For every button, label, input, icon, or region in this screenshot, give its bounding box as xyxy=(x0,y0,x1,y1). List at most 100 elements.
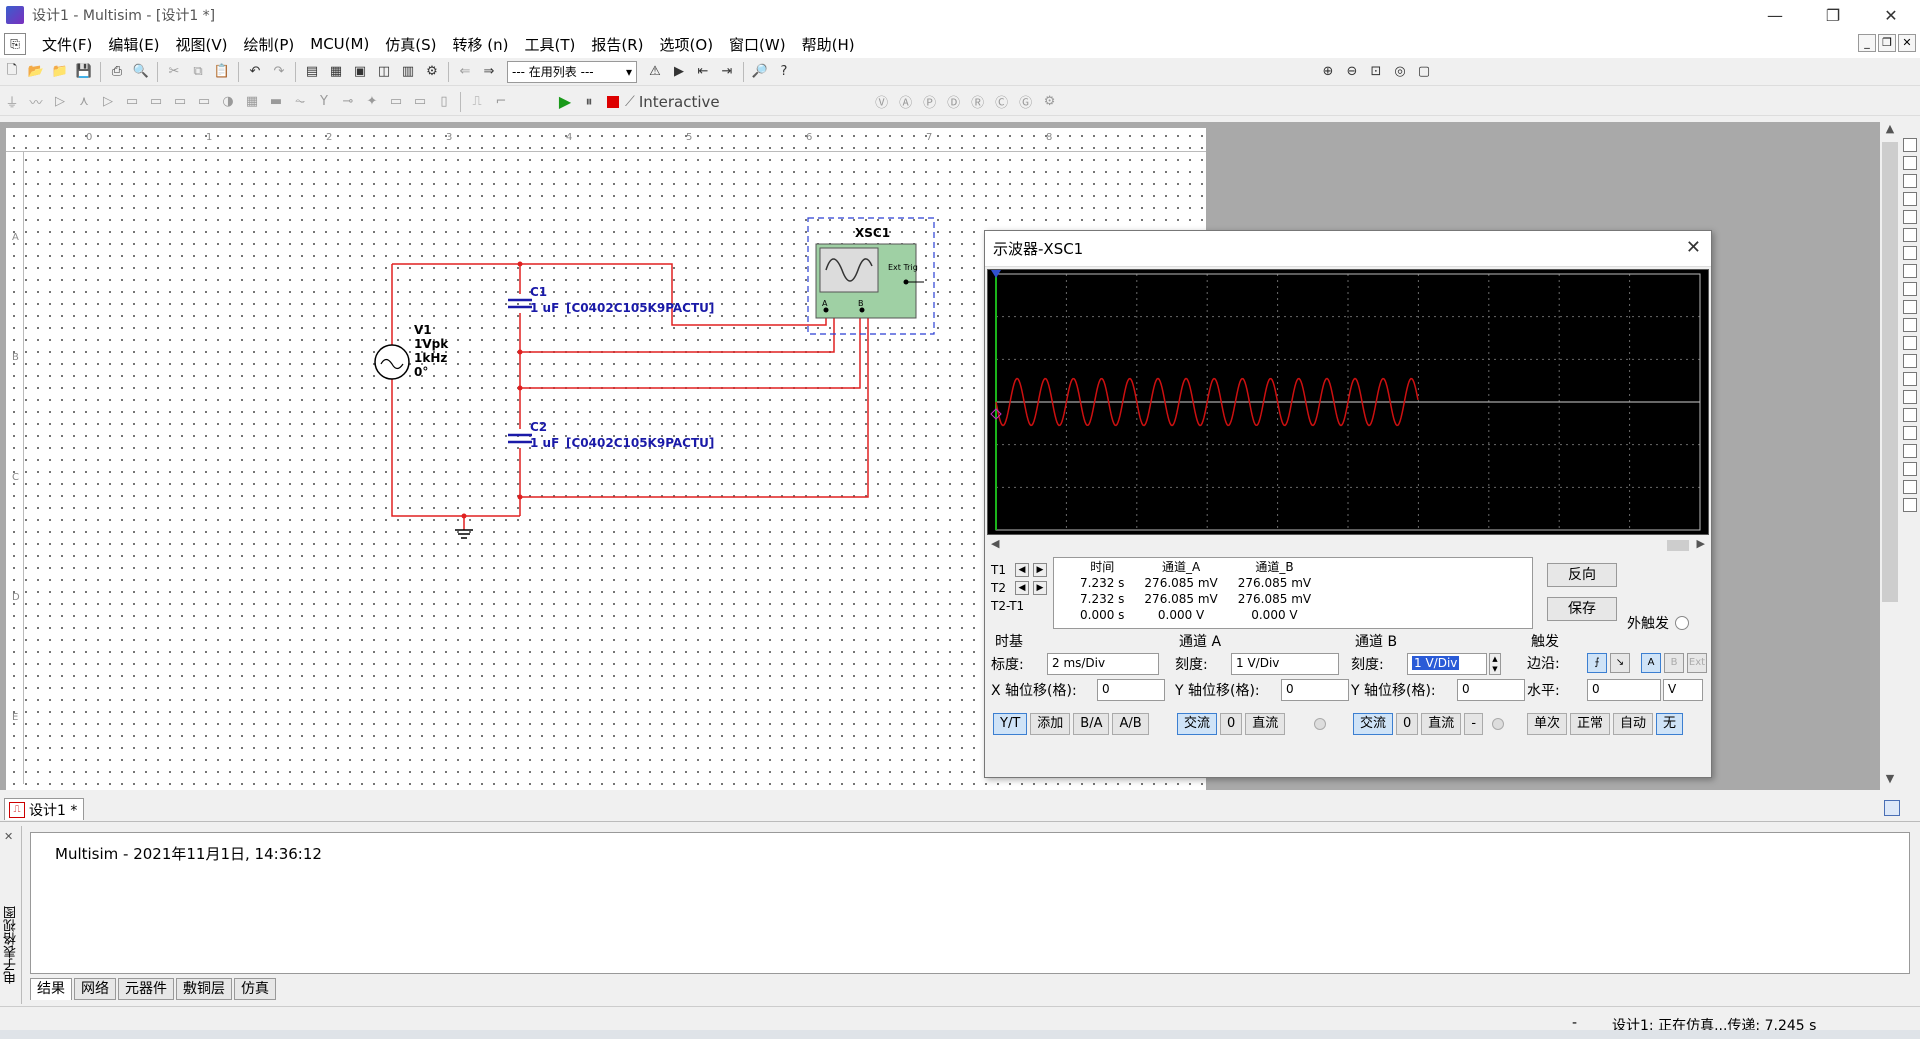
four-channel-scope-icon[interactable] xyxy=(1903,210,1917,224)
multimeter-icon[interactable] xyxy=(1903,138,1917,152)
tab-copper-layers[interactable]: 敷铜层 xyxy=(176,978,232,1000)
rising-edge-icon[interactable]: ⨍ xyxy=(1587,653,1607,673)
mode-ba-button[interactable]: B/A xyxy=(1073,713,1110,735)
menu-window[interactable]: 窗口(W) xyxy=(721,34,794,55)
place-connector-icon[interactable]: ▭ xyxy=(386,92,406,112)
restore-button[interactable]: ❐ xyxy=(1804,0,1862,30)
cut-icon[interactable]: ✂ xyxy=(164,62,184,82)
t1-right-arrow-icon[interactable]: ▶ xyxy=(1033,563,1047,577)
t2-right-arrow-icon[interactable]: ▶ xyxy=(1033,581,1047,595)
channel-a-ypos-field[interactable]: 0 xyxy=(1281,679,1349,701)
forward-annotate-icon[interactable]: ⇒ xyxy=(479,62,499,82)
distortion-analyzer-icon[interactable] xyxy=(1903,336,1917,350)
network-analyzer-icon[interactable] xyxy=(1903,372,1917,386)
agilent-generator-icon[interactable] xyxy=(1903,390,1917,404)
place-ttl-icon[interactable]: ▭ xyxy=(122,92,142,112)
back-annotate-icon[interactable]: ⇐ xyxy=(455,62,475,82)
help-icon[interactable]: ? xyxy=(774,62,794,82)
forward-annotate-ultiboard-icon[interactable]: ⇥ xyxy=(717,62,737,82)
trigger-level-unit[interactable]: V xyxy=(1663,679,1703,701)
scroll-down-icon[interactable]: ▼ xyxy=(1880,772,1900,790)
place-mcu-icon[interactable]: ▭ xyxy=(410,92,430,112)
menu-help[interactable]: 帮助(H) xyxy=(794,34,863,55)
labview-instrument-icon[interactable] xyxy=(1903,462,1917,476)
trigger-auto-button[interactable]: 自动 xyxy=(1613,713,1654,735)
channel-b-zero-button[interactable]: 0 xyxy=(1396,713,1419,735)
probe-settings-icon[interactable]: ⚙ xyxy=(1040,92,1060,112)
close-icon[interactable]: ✕ xyxy=(1686,237,1701,258)
postprocessor-icon[interactable]: ▥ xyxy=(398,62,418,82)
trigger-none-button[interactable]: 无 xyxy=(1656,713,1684,735)
external-trigger-radio[interactable] xyxy=(1675,616,1689,630)
results-log-panel[interactable]: Multisim - 2021年11月1日, 14:36:12 xyxy=(30,832,1910,974)
channel-b-ac-button[interactable]: 交流 xyxy=(1353,713,1394,735)
channel-b-dc-button[interactable]: 直流 xyxy=(1421,713,1462,735)
place-basic-icon[interactable]: 〰 xyxy=(26,92,46,112)
tektronix-scope-icon[interactable] xyxy=(1903,444,1917,458)
logic-analyzer-icon[interactable] xyxy=(1903,300,1917,314)
channel-b-scale-field[interactable]: 1 V/Div xyxy=(1407,653,1487,675)
open-sample-icon[interactable]: 📁 xyxy=(50,62,70,82)
place-diode-icon[interactable]: ▷ xyxy=(50,92,70,112)
iv-analyzer-icon[interactable] xyxy=(1903,318,1917,332)
place-electromechanical-icon[interactable]: ⊸ xyxy=(338,92,358,112)
channel-a-dc-button[interactable]: 直流 xyxy=(1245,713,1286,735)
display-horizontal-scrollbar[interactable]: ◀ ▶ xyxy=(987,537,1709,553)
menu-tools[interactable]: 工具(T) xyxy=(517,34,584,55)
channel-b-invert-button[interactable]: - xyxy=(1464,713,1484,735)
spin-down-icon[interactable]: ▼ xyxy=(1490,665,1500,673)
erc-icon[interactable]: ⚠ xyxy=(645,62,665,82)
pause-simulation-icon[interactable]: ⏸ xyxy=(579,92,599,112)
reverse-button[interactable]: 反向 xyxy=(1547,563,1617,587)
minimize-button[interactable]: — xyxy=(1746,0,1804,30)
mode-add-button[interactable]: 添加 xyxy=(1030,713,1071,735)
probe-power-icon[interactable]: Ⓟ xyxy=(920,92,940,112)
channel-b-ypos-field[interactable]: 0 xyxy=(1457,679,1525,701)
back-annotate-ultiboard-icon[interactable]: ⇤ xyxy=(693,62,713,82)
place-cmos-icon[interactable]: ▭ xyxy=(146,92,166,112)
display-scroll-thumb[interactable] xyxy=(1667,540,1689,551)
menu-simulate[interactable]: 仿真(S) xyxy=(377,34,444,55)
print-icon[interactable]: ⎙ xyxy=(107,62,127,82)
place-ni-icon[interactable]: ✦ xyxy=(362,92,382,112)
find-examples-icon[interactable]: 🔎 xyxy=(750,62,770,82)
panel-menu-icon[interactable] xyxy=(1884,800,1900,816)
place-advanced-peripherals-icon[interactable]: ⏦ xyxy=(290,92,310,112)
probe-digital-icon[interactable]: Ⓒ xyxy=(992,92,1012,112)
scroll-up-icon[interactable]: ▲ xyxy=(1880,122,1900,140)
function-generator-icon[interactable] xyxy=(1903,156,1917,170)
copy-icon[interactable]: ⧉ xyxy=(188,62,208,82)
spectrum-analyzer-icon[interactable] xyxy=(1903,354,1917,368)
spreadsheet-view-icon[interactable]: ▦ xyxy=(326,62,346,82)
place-rf-icon[interactable]: Y xyxy=(314,92,334,112)
t2-left-arrow-icon[interactable]: ◀ xyxy=(1015,581,1029,595)
full-screen-icon[interactable]: ▢ xyxy=(1414,62,1434,82)
zoom-page-icon[interactable]: ◎ xyxy=(1390,62,1410,82)
place-analog-icon[interactable]: ▷ xyxy=(98,92,118,112)
oscilloscope-icon[interactable] xyxy=(1903,192,1917,206)
channel-b-option-radio[interactable] xyxy=(1492,718,1505,730)
menu-mcu[interactable]: MCU(M) xyxy=(302,35,377,53)
place-bus-icon[interactable]: ⎍ xyxy=(467,92,487,112)
close-window-button[interactable]: ✕ xyxy=(1862,0,1920,30)
place-misc-digital-icon[interactable]: ▭ xyxy=(170,92,190,112)
mdi-close-button[interactable]: ✕ xyxy=(1898,34,1916,52)
capacitor-c1[interactable]: C1 1 uF [C0402C105K9PACTU] xyxy=(508,285,714,315)
mode-ab-button[interactable]: A/B xyxy=(1112,713,1149,735)
timebase-xpos-field[interactable]: 0 xyxy=(1097,679,1165,701)
probe-current-icon[interactable]: Ⓐ xyxy=(896,92,916,112)
t1-left-arrow-icon[interactable]: ◀ xyxy=(1015,563,1029,577)
tab-results[interactable]: 结果 xyxy=(30,978,72,1000)
interactive-mode-label[interactable]: Interactive xyxy=(639,93,720,111)
channel-b-scale-spinner[interactable]: ▲ ▼ xyxy=(1489,653,1501,675)
word-generator-icon[interactable] xyxy=(1903,264,1917,278)
agilent-multimeter-icon[interactable] xyxy=(1903,408,1917,422)
channel-a-ac-button[interactable]: 交流 xyxy=(1177,713,1218,735)
new-file-icon[interactable]: 🗋 xyxy=(2,62,22,82)
tab-nets[interactable]: 网络 xyxy=(74,978,116,1000)
zoom-out-icon[interactable]: ⊖ xyxy=(1342,62,1362,82)
scrollbar-thumb[interactable] xyxy=(1882,142,1898,602)
run-simulation-icon[interactable]: ▶ xyxy=(555,92,575,112)
frequency-counter-icon[interactable] xyxy=(1903,246,1917,260)
place-power-icon[interactable]: ▦ xyxy=(242,92,262,112)
